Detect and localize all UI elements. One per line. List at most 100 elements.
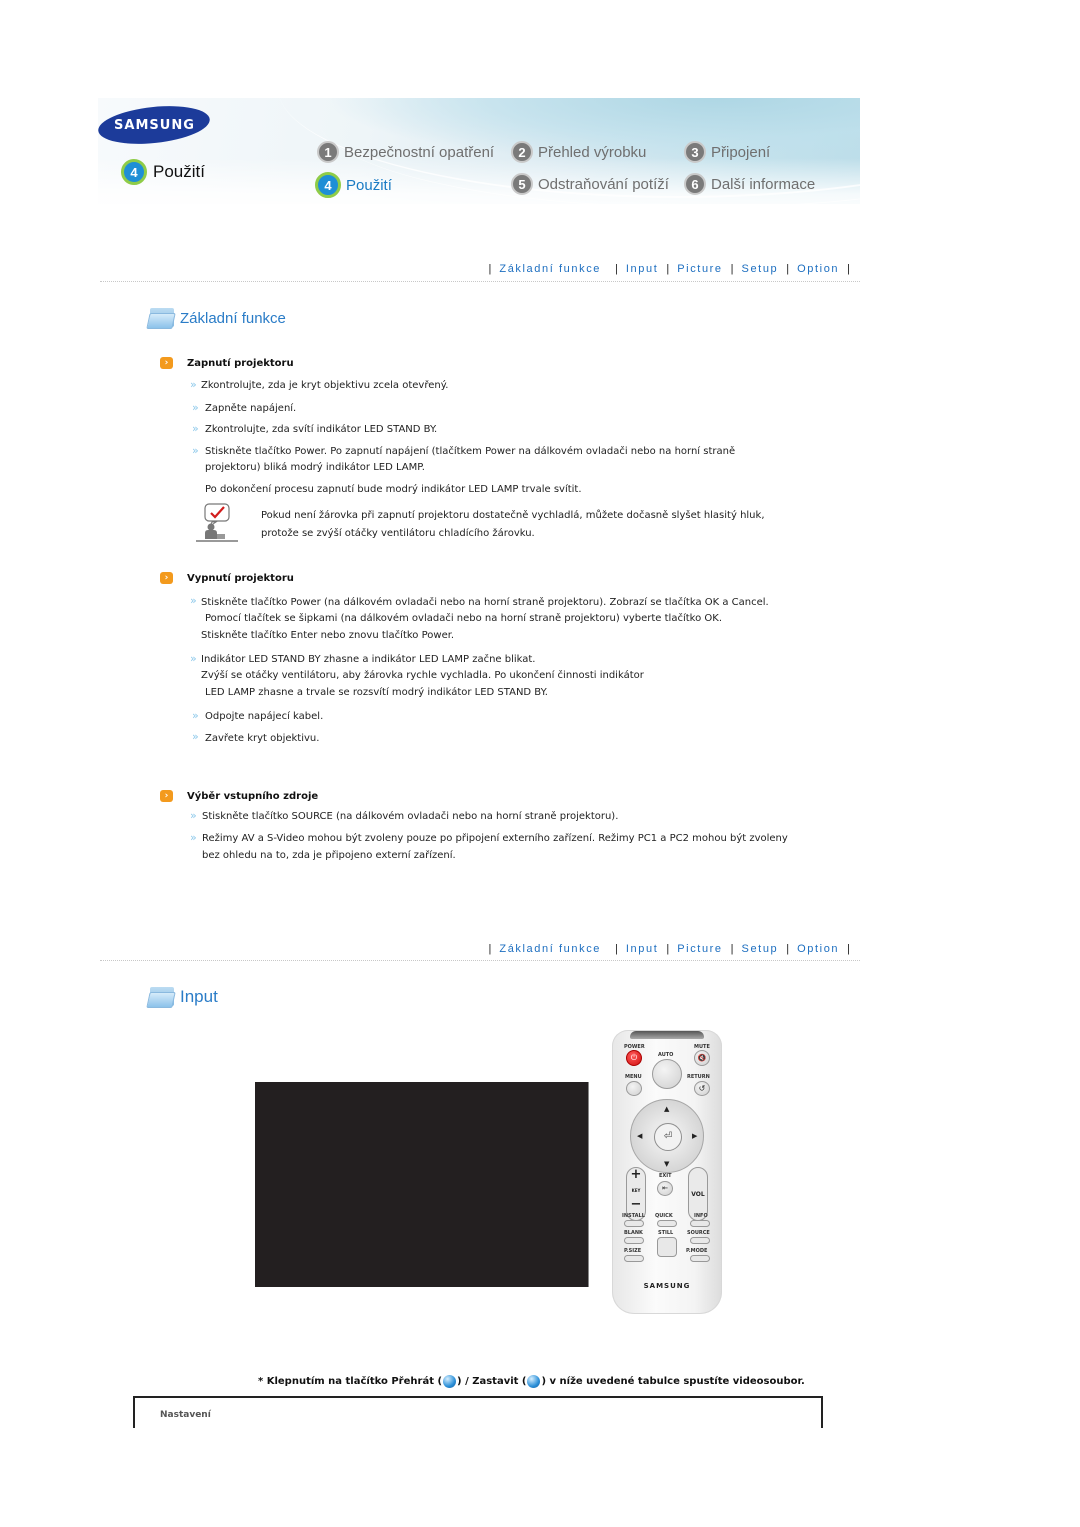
up-arrow-icon[interactable]: ▲ xyxy=(664,1105,669,1113)
psize-button[interactable] xyxy=(624,1255,644,1262)
section-title: Input xyxy=(180,987,218,1006)
arrow-bullet-icon: » xyxy=(190,594,197,607)
info-button[interactable] xyxy=(690,1220,710,1227)
footnote-suffix: ) v níže uvedené tabulce spustíte videos… xyxy=(541,1376,805,1387)
auto-button[interactable] xyxy=(652,1059,682,1089)
logo-text: SAMSUNG xyxy=(113,117,195,133)
separator: | xyxy=(730,943,734,955)
section-heading-input: Input xyxy=(146,986,218,1008)
remote-label: STILL xyxy=(658,1230,674,1236)
arrow-bullet-icon: » xyxy=(190,378,197,391)
nav-item-label: Bezpečnostní opatření xyxy=(344,143,495,161)
play-icon[interactable] xyxy=(443,1375,457,1388)
stop-icon[interactable] xyxy=(527,1375,541,1388)
left-arrow-icon[interactable]: ◀ xyxy=(637,1132,642,1140)
enter-button[interactable]: ⏎ xyxy=(654,1123,682,1151)
remote-label: EXIT xyxy=(659,1173,672,1179)
arrow-bullet-icon: » xyxy=(190,831,197,844)
list-item-continued: Pomocí tlačítek se šipkami (na dálkovém … xyxy=(205,613,723,624)
nav-number-icon: 6 xyxy=(684,173,706,195)
list-item: Indikátor LED STAND BY zhasne a indikáto… xyxy=(201,654,536,665)
nav-item-troubleshooting[interactable]: 5 Odstraňování potíží xyxy=(511,173,669,195)
list-item-continued: LED LAMP zhasne a trvale se rozsvítí mod… xyxy=(205,687,548,698)
arrow-bullet-icon: » xyxy=(190,809,197,822)
note-text: Pokud není žárovka při zapnutí projektor… xyxy=(261,510,765,521)
orange-arrow-icon: › xyxy=(160,790,173,802)
section-number-badge: 4 xyxy=(121,159,147,185)
link-input[interactable]: Input xyxy=(626,943,658,955)
list-item: Zkontrolujte, zda svítí indikátor LED ST… xyxy=(205,424,438,435)
subheading-text: Výběr vstupního zdroje xyxy=(187,790,319,802)
separator: | xyxy=(488,943,492,955)
current-section-label: 4 Použití xyxy=(121,159,205,185)
remote-control-image: POWER AUTO MUTE ⏻ 🔇 MENU RETURN ↺ ▲ ▼ ◀ … xyxy=(612,1030,722,1314)
video-footnote: * Klepnutím na tlačítko Přehrát ( ) / Za… xyxy=(258,1375,805,1388)
note-text: protože se zvýší otáčky ventilátoru chla… xyxy=(261,528,535,539)
nav-item-connection[interactable]: 3 Připojení xyxy=(684,141,770,163)
subheading-source: › Výběr vstupního zdroje xyxy=(160,790,318,802)
link-option[interactable]: Option xyxy=(797,263,839,275)
arrow-bullet-icon: » xyxy=(192,444,199,457)
down-arrow-icon[interactable]: ▼ xyxy=(664,1160,669,1168)
link-picture[interactable]: Picture xyxy=(677,943,722,955)
remote-label: P.SIZE xyxy=(624,1248,642,1254)
source-button[interactable] xyxy=(690,1237,710,1244)
nav-item-usage[interactable]: 4 Použití xyxy=(315,172,392,198)
folder-icon xyxy=(146,986,176,1008)
navigation-pad[interactable]: ▲ ▼ ◀ ▶ ⏎ xyxy=(630,1099,704,1173)
arrow-bullet-icon: » xyxy=(192,730,199,743)
link-basic-functions[interactable]: Základní funkce xyxy=(499,943,601,955)
mute-button[interactable]: 🔇 xyxy=(694,1050,710,1066)
nav-item-label: Připojení xyxy=(711,143,771,161)
remote-label: AUTO xyxy=(658,1052,674,1058)
list-item: Zkontrolujte, zda je kryt objektivu zcel… xyxy=(201,380,449,391)
blank-button[interactable] xyxy=(624,1237,644,1244)
remote-label: INSTALL xyxy=(622,1213,645,1219)
video-player[interactable] xyxy=(255,1082,589,1287)
separator: | xyxy=(847,263,850,275)
separator: | xyxy=(615,943,618,955)
nav-item-label: Další informace xyxy=(711,175,816,193)
link-setup[interactable]: Setup xyxy=(742,263,779,275)
pmode-button[interactable] xyxy=(690,1255,710,1262)
divider xyxy=(100,960,860,961)
nav-item-overview[interactable]: 2 Přehled výrobku xyxy=(511,141,646,163)
arrow-bullet-icon: » xyxy=(192,709,199,722)
link-setup[interactable]: Setup xyxy=(742,943,779,955)
ir-window xyxy=(630,1031,704,1039)
list-item: Stiskněte tlačítko Power (na dálkovém ov… xyxy=(201,597,769,608)
settings-table: Nastavení xyxy=(133,1396,823,1428)
separator: | xyxy=(786,943,790,955)
link-picture[interactable]: Picture xyxy=(677,263,722,275)
separator: | xyxy=(666,943,670,955)
install-button[interactable] xyxy=(624,1220,644,1227)
current-section-title: Použití xyxy=(153,162,205,181)
nav-number-icon: 5 xyxy=(511,173,533,195)
list-item-continued: bez ohledu na to, zda je připojeno exter… xyxy=(202,850,456,861)
list-item: Po dokončení procesu zapnutí bude modrý … xyxy=(205,484,582,495)
separator: | xyxy=(615,263,618,275)
quick-button[interactable] xyxy=(657,1220,677,1227)
still-button[interactable] xyxy=(657,1237,677,1257)
power-button[interactable]: ⏻ xyxy=(626,1050,642,1066)
arrow-bullet-icon: » xyxy=(190,652,197,665)
subheading-text: Zapnutí projektoru xyxy=(187,357,294,369)
link-input[interactable]: Input xyxy=(626,263,658,275)
list-item: Odpojte napájecí kabel. xyxy=(205,711,324,722)
nav-item-more-info[interactable]: 6 Další informace xyxy=(684,173,815,195)
exit-button[interactable]: ⇤ xyxy=(657,1181,673,1196)
return-button[interactable]: ↺ xyxy=(694,1081,710,1096)
remote-label: VOL xyxy=(691,1191,705,1198)
nav-item-label: Odstraňování potíží xyxy=(538,175,669,193)
nav-item-label: Použití xyxy=(346,176,392,194)
list-item: Stiskněte tlačítko SOURCE (na dálkovém o… xyxy=(202,811,619,822)
nav-item-safety[interactable]: 1 Bezpečnostní opatření xyxy=(317,141,494,163)
link-option[interactable]: Option xyxy=(797,943,839,955)
nav-number-icon: 3 xyxy=(684,141,706,163)
menu-button[interactable] xyxy=(626,1081,642,1096)
right-arrow-icon[interactable]: ▶ xyxy=(692,1132,697,1140)
arrow-bullet-icon: » xyxy=(192,422,199,435)
link-basic-functions[interactable]: Základní funkce xyxy=(499,263,601,275)
remote-label: P.MODE xyxy=(686,1248,708,1254)
list-item: Stiskněte tlačítko Power. Po zapnutí nap… xyxy=(205,446,736,457)
